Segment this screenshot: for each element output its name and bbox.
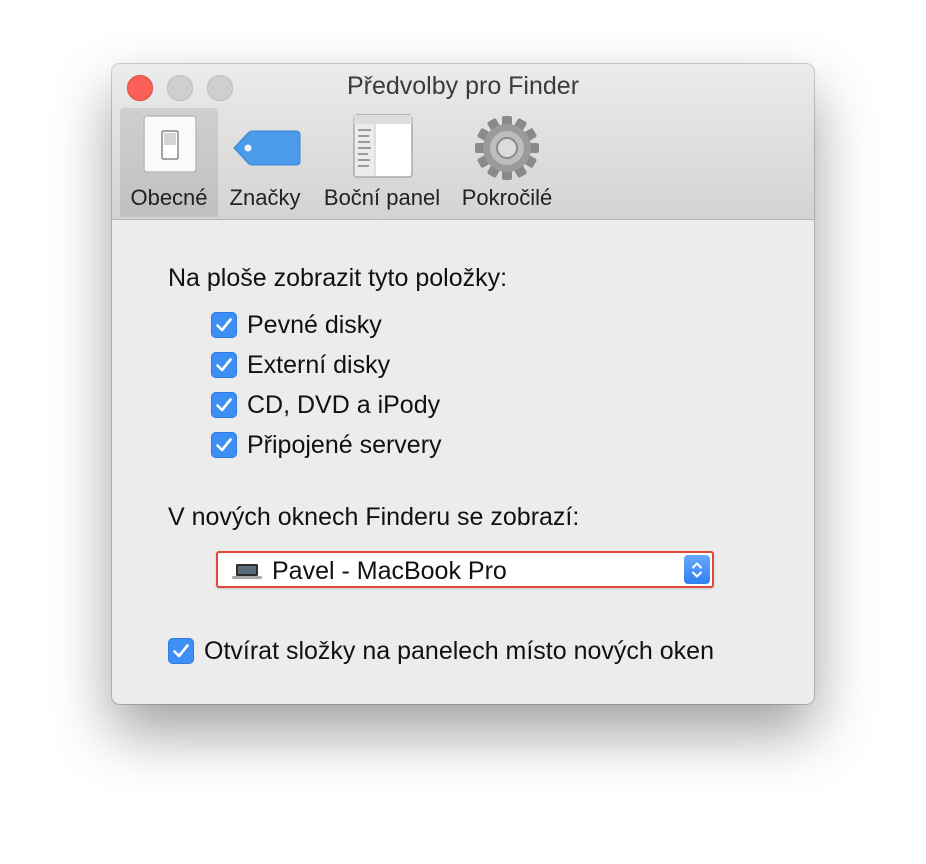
checkbox-row-open-in-tabs[interactable]: Otvírat složky na panelech místo nových … (168, 636, 714, 666)
titlebar: Předvolby pro Finder Obecné Značky Boční… (112, 64, 814, 220)
tag-icon (233, 130, 301, 166)
window-title: Předvolby pro Finder (346, 72, 580, 100)
checkbox[interactable] (168, 638, 194, 664)
checkbox-row-cd-dvd-ipody[interactable]: CD, DVD a iPody (211, 390, 440, 420)
tab-znacky[interactable]: Značky (224, 108, 306, 217)
checkmark-icon (216, 398, 232, 412)
popup-stepper[interactable] (684, 555, 710, 584)
tab-label: Obecné (130, 185, 208, 210)
checkmark-icon (173, 644, 189, 658)
checkbox-row-externi-disky[interactable]: Externí disky (211, 350, 390, 380)
checkbox-label: CD, DVD a iPody (247, 390, 441, 419)
laptop-icon (232, 564, 262, 579)
checkbox-label: Připojené servery (247, 430, 442, 459)
checkmark-icon (216, 358, 232, 372)
checkbox[interactable] (211, 392, 237, 418)
general-pane: Na ploše zobrazit tyto položky: Pevné di… (112, 220, 814, 704)
checkbox[interactable] (211, 352, 237, 378)
checkbox-label: Otvírat složky na panelech místo nových … (204, 636, 714, 665)
checkmark-icon (216, 318, 232, 332)
checkmark-icon (216, 438, 232, 452)
switch-icon (143, 115, 197, 173)
new-window-location-popup[interactable]: Pavel - MacBook Pro (216, 551, 714, 588)
up-down-chevron-icon (692, 562, 702, 577)
tab-label: Pokročilé (461, 185, 553, 210)
checkbox[interactable] (211, 312, 237, 338)
checkbox-row-pripojene-servery[interactable]: Připojené servery (211, 430, 442, 460)
sidebar-icon (353, 114, 413, 178)
checkbox-row-pevne-disky[interactable]: Pevné disky (211, 310, 382, 340)
checkbox-label: Pevné disky (247, 310, 382, 339)
tab-label: Boční panel (323, 185, 441, 210)
checkbox[interactable] (211, 432, 237, 458)
tab-label: Značky (229, 185, 301, 210)
finder-preferences-window: Předvolby pro Finder Obecné Značky Boční… (112, 64, 814, 704)
popup-value: Pavel - MacBook Pro (272, 557, 507, 585)
tab-pokrocile[interactable]: Pokročilé (454, 108, 560, 217)
tab-bocni-panel[interactable]: Boční panel (316, 108, 448, 217)
gear-icon (475, 116, 539, 180)
desktop-items-heading: Na ploše zobrazit tyto položky: (168, 264, 508, 292)
tab-obecne[interactable]: Obecné (120, 108, 218, 217)
new-window-heading: V nových oknech Finderu se zobrazí: (168, 503, 580, 531)
checkbox-label: Externí disky (247, 350, 391, 379)
